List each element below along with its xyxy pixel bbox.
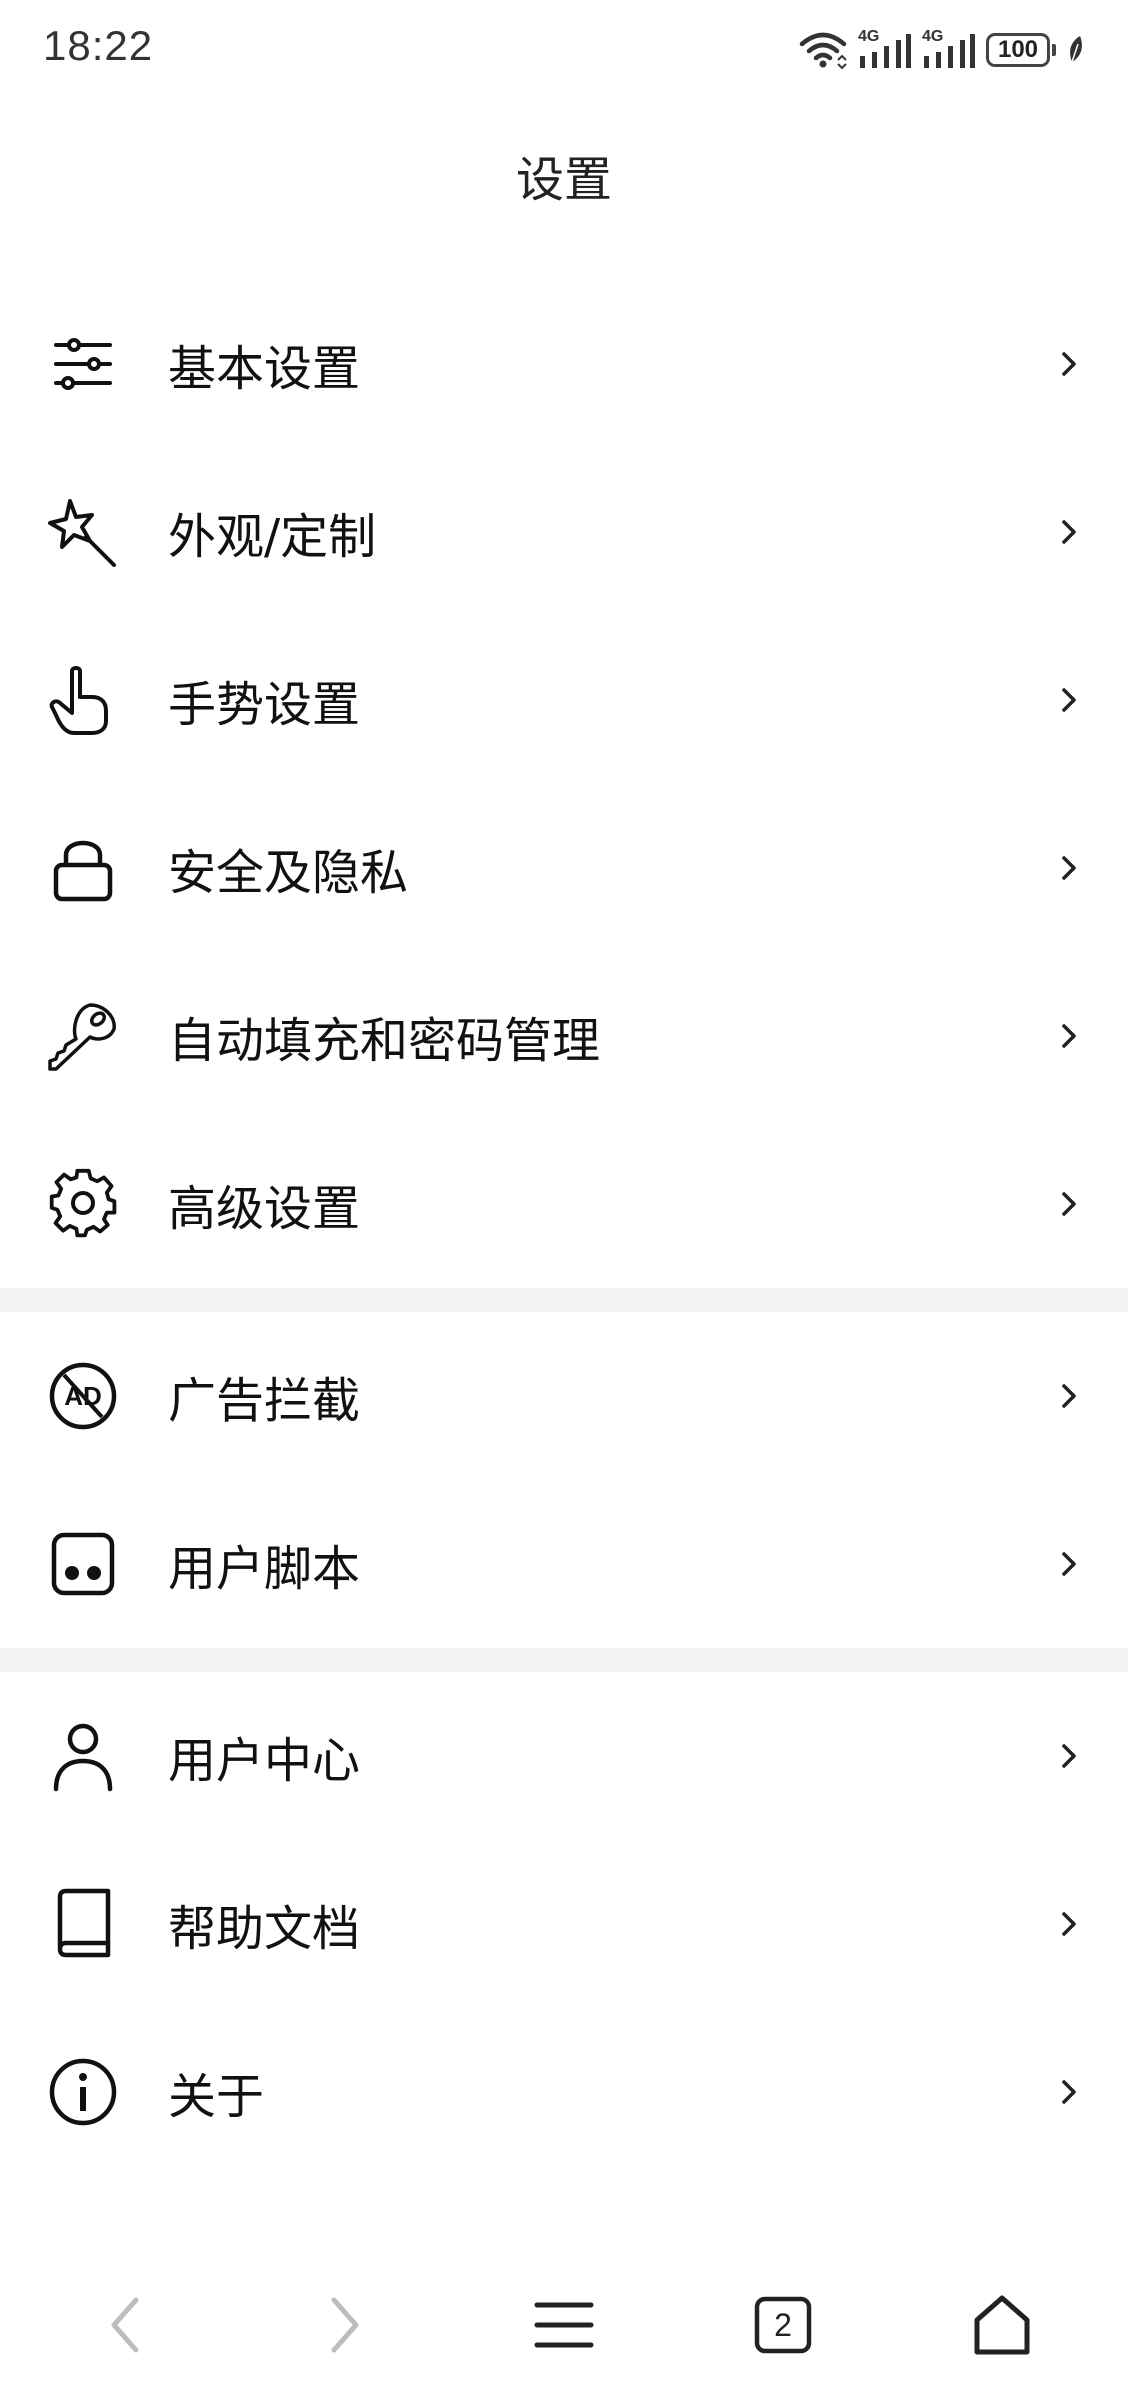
settings-item-gestures[interactable]: 手势设置: [0, 616, 1128, 784]
settings-item-about[interactable]: 关于: [0, 2008, 1128, 2176]
user-icon: [46, 1719, 120, 1793]
signal-2-icon: 4G: [922, 28, 976, 70]
page-title: 设置: [515, 152, 612, 208]
status-icons: 4G 4G 100: [798, 26, 1086, 74]
settings-item-label: 高级设置: [168, 1181, 361, 1237]
settings-item-autofill[interactable]: 自动填充和密码管理: [0, 952, 1128, 1120]
settings-item-label: 外观/定制: [168, 509, 377, 565]
chevron-right-icon: [1062, 688, 1076, 712]
settings-list: 基本设置 外观/定制 手势设置 安全及隐私 自动填充和密码管理 高级设置 广告拦…: [0, 280, 1128, 2176]
battery-cap: [1052, 44, 1056, 56]
section-divider: [0, 1288, 1128, 1312]
home-button[interactable]: [947, 2270, 1057, 2380]
settings-item-label: 自动填充和密码管理: [168, 1013, 601, 1069]
back-arrow-icon: [111, 2297, 139, 2353]
settings-item-user-center[interactable]: 用户中心: [0, 1672, 1128, 1840]
key-icon: [46, 999, 120, 1073]
settings-item-label: 关于: [168, 2069, 265, 2125]
chevron-right-icon: [1062, 1192, 1076, 1216]
settings-item-label: 手势设置: [168, 677, 361, 733]
hand-pointer-icon: [46, 663, 120, 737]
chevron-right-icon: [1062, 1744, 1076, 1768]
script-icon: [46, 1527, 120, 1601]
settings-item-appearance[interactable]: 外观/定制: [0, 448, 1128, 616]
chevron-right-icon: [1062, 1912, 1076, 1936]
settings-screen: 18:22 4G 4G 100 设置 基本设置 外观/定制 手势设置 安全及隐私…: [0, 0, 1128, 2400]
section-divider: [0, 1648, 1128, 1672]
wifi-icon: [798, 30, 848, 70]
forward-arrow-icon: [331, 2297, 359, 2353]
battery-icon: 100: [986, 33, 1056, 67]
chevron-right-icon: [1062, 1552, 1076, 1576]
chevron-right-icon: [1062, 1384, 1076, 1408]
bottom-toolbar: 2: [0, 2270, 1128, 2380]
settings-item-adblock[interactable]: AD 广告拦截: [0, 1312, 1128, 1480]
settings-item-basic[interactable]: 基本设置: [0, 280, 1128, 448]
settings-item-label: 帮助文档: [168, 1901, 361, 1957]
home-icon: [974, 2295, 1030, 2355]
book-icon: [46, 1887, 120, 1961]
settings-item-label: 用户脚本: [168, 1541, 361, 1597]
status-bar: 18:22 4G 4G 100: [0, 0, 1128, 100]
sliders-icon: [46, 327, 120, 401]
ad-block-icon: AD: [46, 1359, 120, 1433]
settings-item-help[interactable]: 帮助文档: [0, 1840, 1128, 2008]
chevron-right-icon: [1062, 352, 1076, 376]
forward-button[interactable]: [289, 2270, 399, 2380]
magic-wand-icon: [46, 495, 120, 569]
menu-icon: [534, 2302, 594, 2348]
lock-icon: [46, 831, 120, 905]
battery-body: 100: [986, 33, 1050, 67]
settings-item-userscripts[interactable]: 用户脚本: [0, 1480, 1128, 1648]
chevron-right-icon: [1062, 1024, 1076, 1048]
settings-item-label: 基本设置: [168, 341, 361, 397]
signal-1-icon: 4G: [858, 28, 912, 70]
settings-item-label: 安全及隐私: [168, 845, 409, 901]
status-time: 18:22: [43, 22, 154, 69]
settings-item-advanced[interactable]: 高级设置: [0, 1120, 1128, 1288]
settings-item-label: 用户中心: [168, 1733, 361, 1789]
info-icon: [46, 2055, 120, 2129]
tabs-icon: 2: [753, 2295, 813, 2355]
tabs-count: 2: [774, 2306, 792, 2343]
chevron-right-icon: [1062, 2080, 1076, 2104]
chevron-right-icon: [1062, 520, 1076, 544]
leaf-icon: [1066, 34, 1086, 66]
menu-button[interactable]: [509, 2270, 619, 2380]
gear-icon: [46, 1167, 120, 1241]
back-button[interactable]: [71, 2270, 181, 2380]
chevron-right-icon: [1062, 856, 1076, 880]
battery-level: 100: [997, 36, 1039, 63]
settings-item-security[interactable]: 安全及隐私: [0, 784, 1128, 952]
settings-item-label: 广告拦截: [168, 1373, 361, 1429]
tabs-button[interactable]: 2: [728, 2270, 838, 2380]
